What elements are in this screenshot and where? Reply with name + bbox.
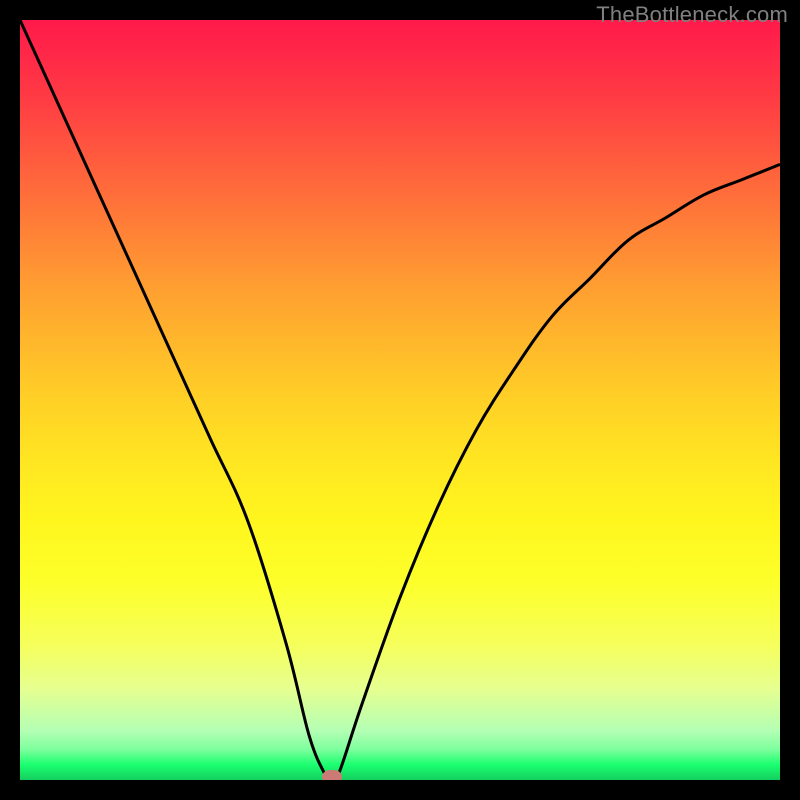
watermark-text: TheBottleneck.com	[596, 2, 788, 28]
plot-area	[20, 20, 780, 780]
bottleneck-curve-svg	[20, 20, 780, 780]
bottleneck-curve-path	[20, 20, 780, 780]
optimal-point-marker	[322, 770, 342, 780]
